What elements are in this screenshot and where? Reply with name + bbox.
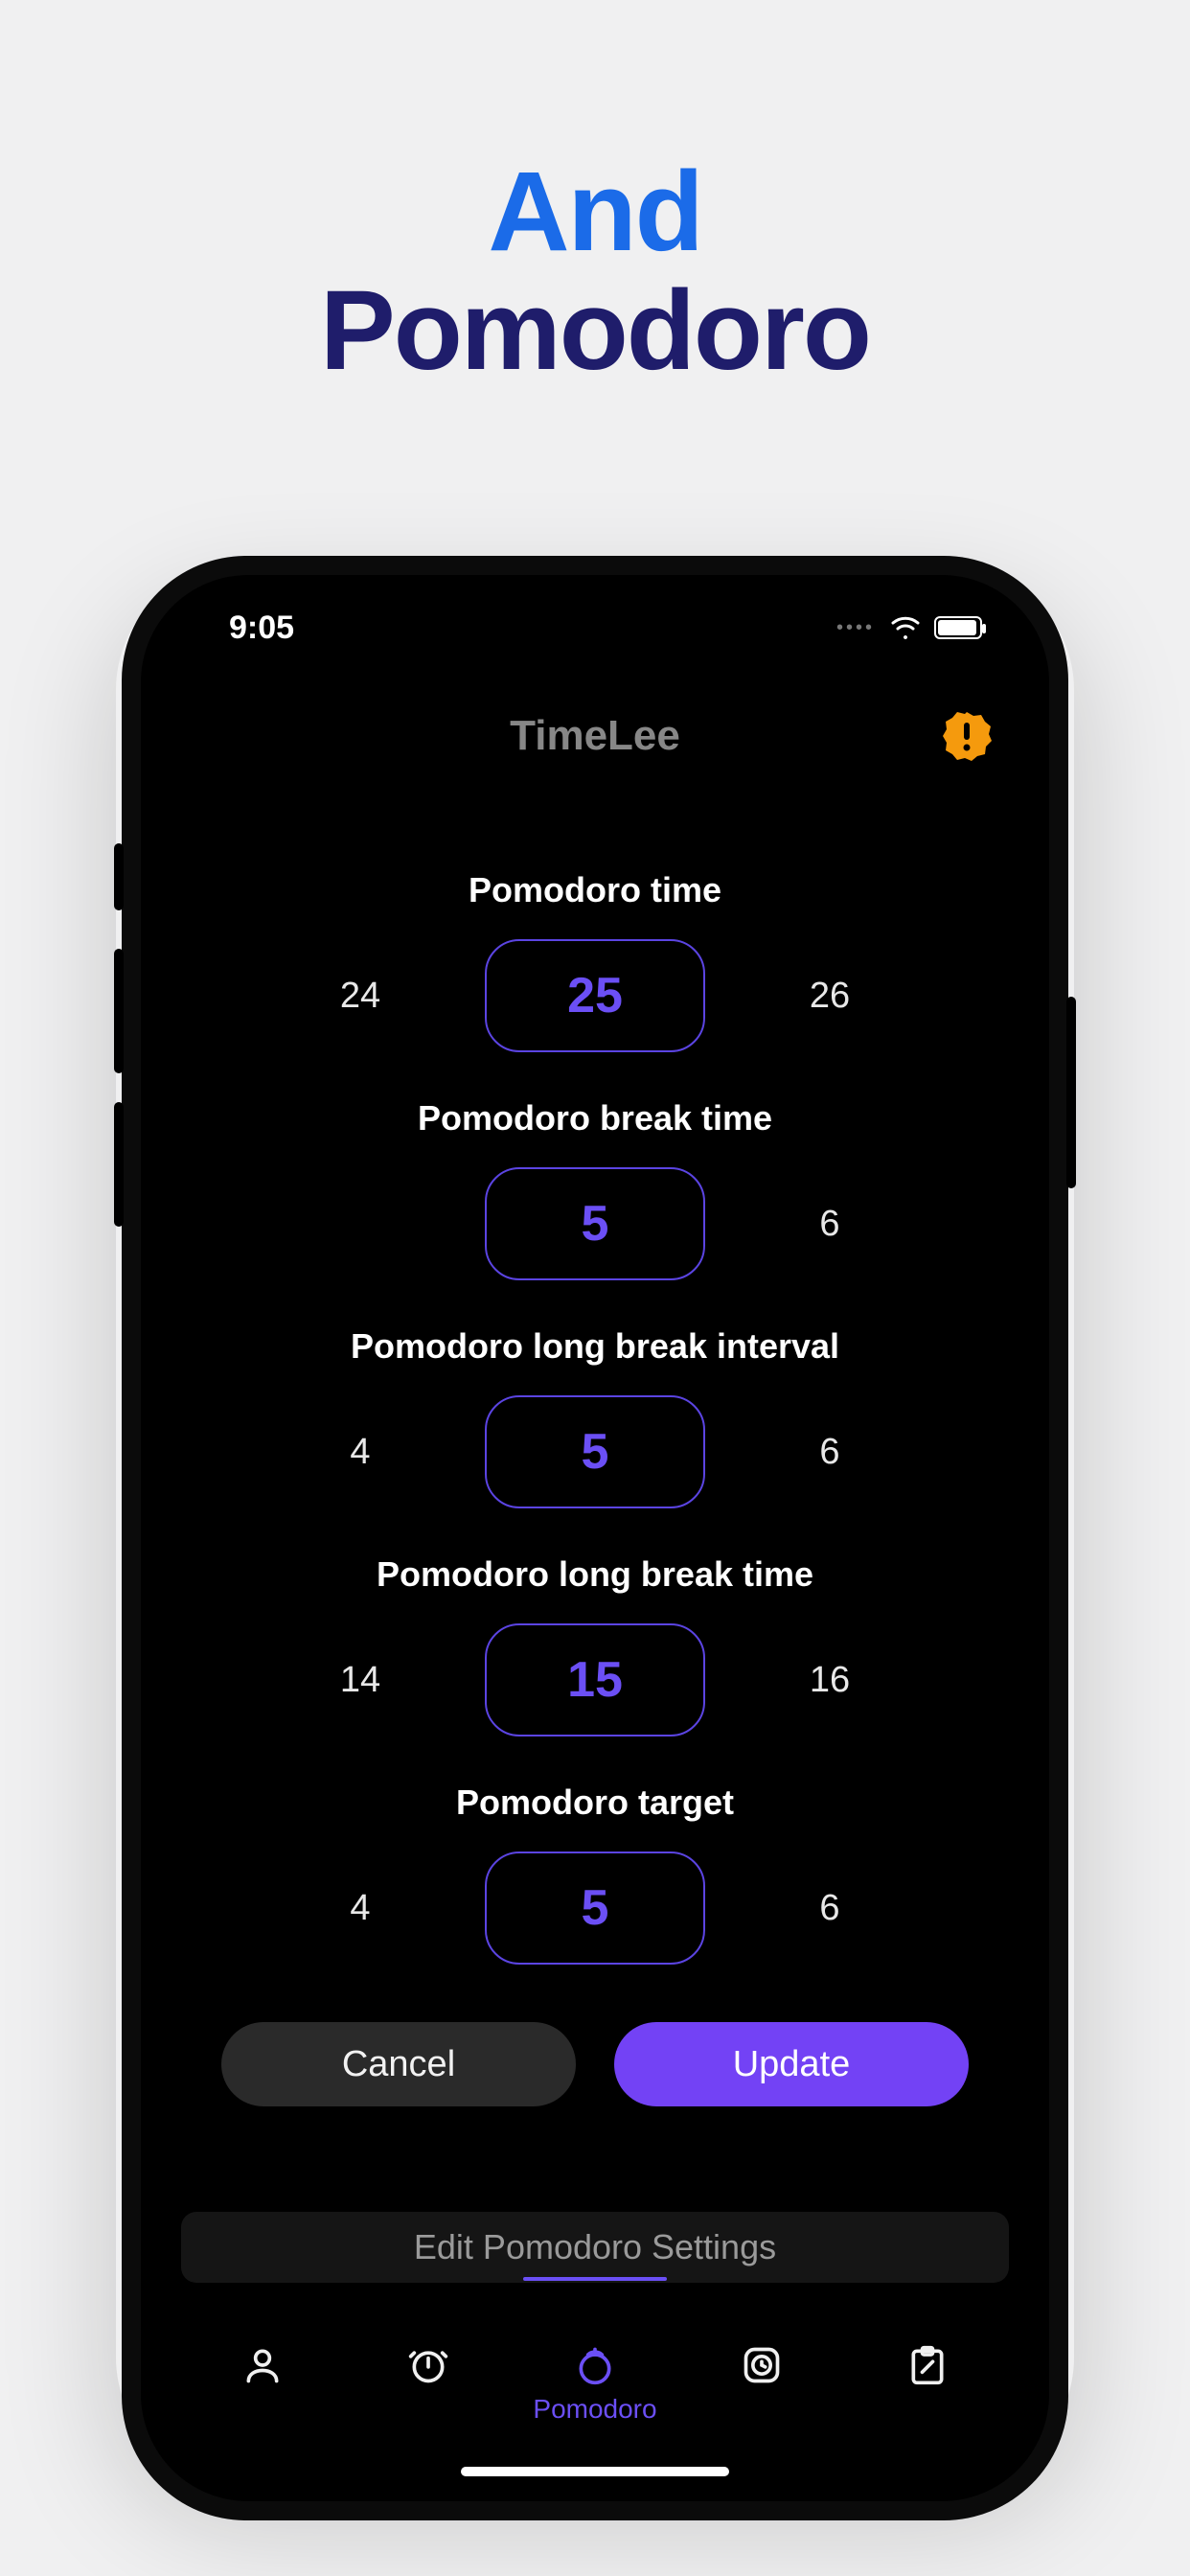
tab-label: Pomodoro bbox=[533, 2394, 656, 2425]
picker-selected-value[interactable]: 25 bbox=[485, 939, 705, 1052]
picker-next-value[interactable]: 6 bbox=[791, 1204, 868, 1245]
timer-icon bbox=[405, 2342, 451, 2388]
status-bar: 9:05 •••• bbox=[141, 575, 1049, 680]
phone-volume-down bbox=[114, 1102, 124, 1227]
phone-silent-switch bbox=[114, 843, 124, 910]
cell-signal-icon: •••• bbox=[836, 617, 875, 639]
update-button[interactable]: Update bbox=[614, 2022, 969, 2106]
picker-next-value[interactable]: 26 bbox=[791, 976, 868, 1017]
battery-icon bbox=[934, 616, 982, 639]
picker-prev-value[interactable]: 24 bbox=[322, 976, 399, 1017]
picker-label: Pomodoro break time bbox=[141, 1098, 1049, 1138]
tab-clock[interactable] bbox=[690, 2342, 834, 2425]
picker-next-value[interactable]: 6 bbox=[791, 1432, 868, 1473]
phone-frame: 9:05 •••• TimeLee bbox=[122, 556, 1068, 2520]
tab-bar: Pomodoro bbox=[141, 2321, 1049, 2484]
picker-next-value[interactable]: 6 bbox=[791, 1888, 868, 1929]
picker-label: Pomodoro long break time bbox=[141, 1554, 1049, 1595]
action-row: Cancel Update bbox=[141, 2022, 1049, 2106]
picker-pomodoro-time[interactable]: Pomodoro time 24 25 26 bbox=[141, 870, 1049, 1098]
picker-selected-value[interactable]: 5 bbox=[485, 1852, 705, 1965]
person-icon bbox=[240, 2342, 286, 2388]
picker-long-break-time[interactable]: Pomodoro long break time 14 15 16 bbox=[141, 1554, 1049, 1782]
picker-next-value[interactable]: 16 bbox=[791, 1660, 868, 1701]
picker-target[interactable]: Pomodoro target 4 5 6 bbox=[141, 1782, 1049, 2011]
tab-pomodoro[interactable]: Pomodoro bbox=[523, 2342, 667, 2425]
picker-label: Pomodoro target bbox=[141, 1782, 1049, 1823]
picker-prev-value[interactable]: 14 bbox=[322, 1660, 399, 1701]
alert-badge-icon[interactable] bbox=[942, 711, 992, 761]
phone-volume-up bbox=[114, 949, 124, 1073]
phone-power-button bbox=[1066, 997, 1076, 1188]
app-title: TimeLee bbox=[510, 712, 680, 760]
clipboard-edit-icon bbox=[904, 2342, 950, 2388]
clock-icon bbox=[739, 2342, 785, 2388]
wifi-icon bbox=[890, 616, 921, 639]
picker-label: Pomodoro long break interval bbox=[141, 1326, 1049, 1367]
pomodoro-settings-form: Pomodoro time 24 25 26 Pomodoro break ti… bbox=[141, 784, 1049, 2011]
picker-prev-value[interactable]: 4 bbox=[322, 1888, 399, 1929]
picker-selected-value[interactable]: 5 bbox=[485, 1395, 705, 1508]
tab-timer[interactable] bbox=[356, 2342, 500, 2425]
picker-selected-value[interactable]: 15 bbox=[485, 1623, 705, 1736]
promo-line-2: Pomodoro bbox=[0, 272, 1190, 391]
home-indicator[interactable] bbox=[461, 2467, 729, 2476]
picker-long-break-interval[interactable]: Pomodoro long break interval 4 5 6 bbox=[141, 1326, 1049, 1554]
promo-headline: And Pomodoro bbox=[0, 0, 1190, 391]
tab-profile[interactable] bbox=[191, 2342, 334, 2425]
status-time: 9:05 bbox=[229, 610, 294, 647]
phone-screen: 9:05 •••• TimeLee bbox=[141, 575, 1049, 2501]
segment-label: Edit Pomodoro Settings bbox=[414, 2227, 776, 2267]
cancel-button[interactable]: Cancel bbox=[221, 2022, 576, 2106]
app-header: TimeLee bbox=[141, 688, 1049, 784]
picker-label: Pomodoro time bbox=[141, 870, 1049, 910]
picker-prev-value[interactable]: 4 bbox=[322, 1432, 399, 1473]
tab-tasks[interactable] bbox=[856, 2342, 999, 2425]
promo-line-1: And bbox=[0, 153, 1190, 272]
tomato-icon bbox=[572, 2342, 618, 2388]
segment-active-indicator bbox=[523, 2277, 667, 2281]
picker-break-time[interactable]: Pomodoro break time 5 6 bbox=[141, 1098, 1049, 1326]
picker-selected-value[interactable]: 5 bbox=[485, 1167, 705, 1280]
segment-edit-settings[interactable]: Edit Pomodoro Settings bbox=[181, 2212, 1009, 2283]
